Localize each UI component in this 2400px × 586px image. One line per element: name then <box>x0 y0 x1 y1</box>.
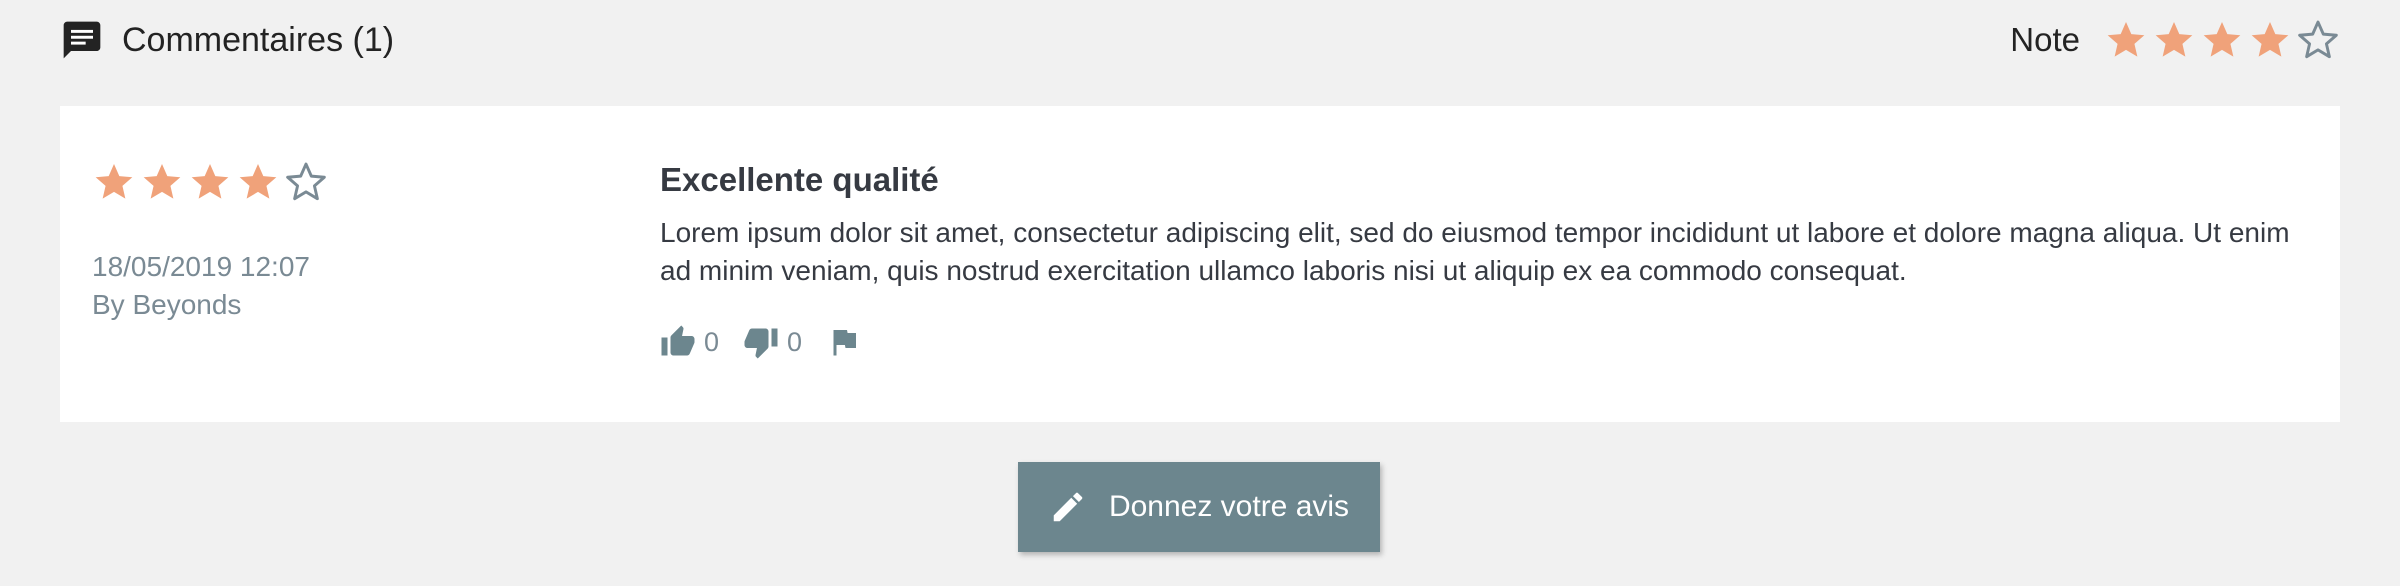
overall-star-empty-icon <box>2298 20 2338 59</box>
overall-star-filled-icon <box>2251 22 2289 57</box>
overall-star-filled-icon <box>2155 22 2193 57</box>
review-star-filled-icon <box>191 164 229 199</box>
review-body: Lorem ipsum dolor sit amet, consectetur … <box>660 217 2290 286</box>
overall-rating: Note <box>2010 18 2340 62</box>
review-title: Excellente qualité <box>660 161 939 198</box>
write-review-label: Donnez votre avis <box>1108 490 1350 523</box>
note-label: Note <box>2010 21 2080 58</box>
overall-star-filled-icon <box>2203 22 2241 57</box>
useful-count: 0 <box>704 326 720 357</box>
review-author: By Beyonds <box>92 289 242 320</box>
thumbs-down-icon <box>744 328 778 359</box>
report-button[interactable] <box>826 324 862 360</box>
comment-icon <box>63 21 101 59</box>
overall-star-filled-icon <box>2107 22 2145 57</box>
review-content: Excellente qualité Lorem ipsum dolor sit… <box>660 158 2320 360</box>
thumbs-up-icon <box>661 325 695 356</box>
not-useful-button[interactable]: 0 <box>743 324 802 360</box>
comments-header: Commentaires (1) Note <box>60 14 2340 66</box>
review-star-filled-icon <box>95 164 133 199</box>
review-star-empty-icon <box>286 162 326 201</box>
write-review-button[interactable]: Donnez votre avis <box>1018 462 1380 552</box>
review-rating-stars <box>92 160 328 204</box>
review-star-filled-icon <box>239 164 277 199</box>
review-actions: 0 0 <box>660 324 2320 360</box>
flag-icon <box>833 330 857 356</box>
comments-header-left: Commentaires (1) <box>60 18 394 62</box>
review-meta: 18/05/2019 12:07 By Beyonds <box>92 160 328 324</box>
useful-button[interactable]: 0 <box>660 324 719 360</box>
not-useful-count: 0 <box>787 326 803 357</box>
review-date: 18/05/2019 12:07 <box>92 251 310 282</box>
review-star-filled-icon <box>143 164 181 199</box>
comments-title: Commentaires (1) <box>122 20 395 59</box>
pencil-icon <box>1053 492 1083 522</box>
overall-rating-stars <box>2104 18 2340 62</box>
review-card: 18/05/2019 12:07 By Beyonds Excellente q… <box>60 106 2340 422</box>
